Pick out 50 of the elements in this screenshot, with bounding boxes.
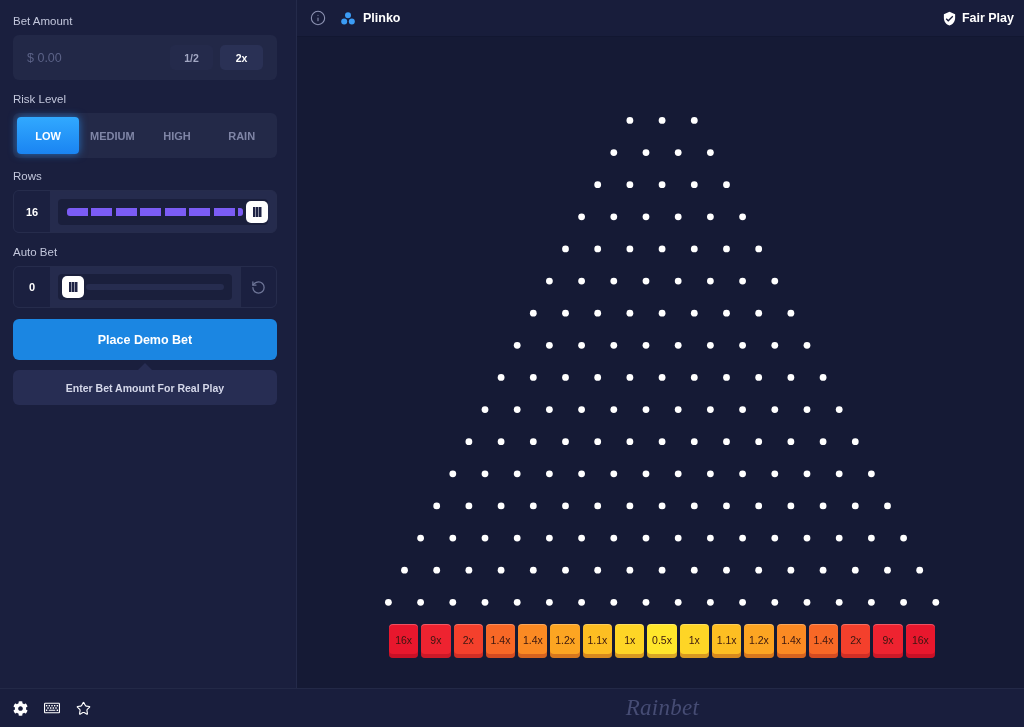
multiplier-slot: 1x [679,623,709,658]
risk-tab[interactable]: RAIN [210,117,273,154]
multiplier-slot: 1.2x [744,623,774,658]
section-label: Risk Level [13,92,67,106]
keyboard-icon [44,700,60,716]
multiplier-slot: 9x [421,623,451,658]
reset-button[interactable] [240,267,276,307]
section-label: Bet Amount [13,14,73,28]
place-bet-button[interactable]: Place Demo Bet [13,319,277,360]
favorite-button[interactable] [76,700,91,716]
slider-value: 16 [14,191,50,232]
multiplier-slot: 1.4x [808,623,839,658]
three-dots-icon [341,11,355,25]
keyboard-button[interactable] [44,700,60,716]
bet-amount-input[interactable]: $ 0.00 [13,35,166,80]
info-icon [310,10,326,26]
multiplier-slot: 1.4x [776,623,806,658]
multiplier-slot: 0.5x [647,623,677,658]
fair-play-button[interactable]: Fair Play [941,10,1014,26]
multiplier-slot: 2x [453,623,483,658]
risk-tab[interactable]: MEDIUM [81,117,144,154]
multiplier-slot: 1x [615,623,645,658]
slider-thumb[interactable] [62,276,84,298]
slider-track[interactable] [58,198,268,225]
multiplier-slot: 1.1x [711,623,742,658]
multiplier-button[interactable]: 1/2 [170,45,213,70]
multiplier-slot: 1.1x [582,623,613,658]
settings-icon [13,700,28,716]
slider-value: 0 [14,267,50,307]
tooltip: Enter Bet Amount For Real Play [13,363,277,405]
settings-button[interactable] [13,700,28,716]
star-icon [76,700,91,716]
multiplier-slot: 16x [905,623,935,658]
section-label: Rows [13,169,42,183]
info-button[interactable] [310,10,326,26]
multiplier-slot: 1.4x [518,623,548,658]
shield-check-icon [941,10,957,26]
section-label: Auto Bet [13,245,58,259]
multiplier-slot: 1.4x [485,623,516,658]
slider-track[interactable] [58,274,232,300]
game-title: Plinko [363,11,401,25]
multiplier-button[interactable]: 2x [220,45,263,70]
slider-thumb[interactable] [246,200,268,223]
reset-icon [251,279,266,295]
multiplier-slot: 2x [841,623,871,658]
multiplier-slot: 16x [388,623,419,658]
risk-tab[interactable]: LOW [17,117,79,154]
risk-tab[interactable]: HIGH [145,117,209,154]
multiplier-slot: 9x [873,623,903,658]
multiplier-slot: 1.2x [550,623,580,658]
